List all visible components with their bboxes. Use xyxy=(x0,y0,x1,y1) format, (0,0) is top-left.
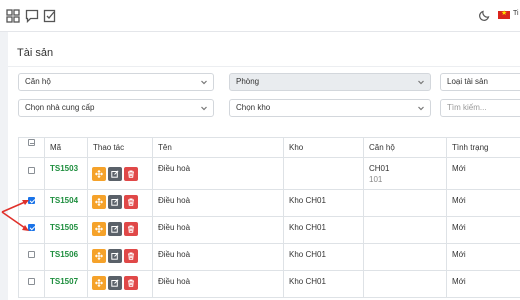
code-cell: TS1503 xyxy=(44,157,88,190)
checklist-icon[interactable] xyxy=(43,9,57,23)
apartment-cell xyxy=(363,189,447,217)
move-button[interactable] xyxy=(92,249,106,263)
move-button[interactable] xyxy=(92,195,106,209)
code-cell: TS1505 xyxy=(44,216,88,244)
actions-cell xyxy=(87,157,153,190)
table-header-row: Mã Thao tác Tên Kho Căn hộ Tình trạng xyxy=(18,137,520,158)
name-cell: Điều hoà xyxy=(152,216,284,244)
top-navbar: Ti xyxy=(0,0,520,32)
code-cell: TS1506 xyxy=(44,243,88,271)
asset-code-link[interactable]: TS1505 xyxy=(50,223,78,232)
row-checkbox[interactable] xyxy=(28,167,35,174)
header-status[interactable]: Tình trạng xyxy=(446,137,520,158)
table-row[interactable]: TS1504 Điều hoà Kho CH01 Mới xyxy=(18,189,520,217)
header-apartment[interactable]: Căn hộ xyxy=(363,137,447,158)
delete-button[interactable] xyxy=(124,249,138,263)
asset-code-link[interactable]: TS1504 xyxy=(50,196,78,205)
table-row[interactable]: TS1505 Điều hoà Kho CH01 Mới xyxy=(18,216,520,244)
moon-icon[interactable] xyxy=(479,9,491,21)
edit-button[interactable] xyxy=(108,222,122,236)
language-label[interactable]: Ti xyxy=(513,10,519,17)
actions-cell xyxy=(87,243,153,271)
arrow-to-row-3 xyxy=(1,211,26,229)
asset-code-link[interactable]: TS1507 xyxy=(50,277,78,286)
grid-icon[interactable] xyxy=(6,9,20,23)
code-cell: TS1504 xyxy=(44,189,88,217)
warehouse-select[interactable]: Chọn kho xyxy=(229,99,431,117)
chevron-down-icon xyxy=(417,78,425,86)
move-button[interactable] xyxy=(92,276,106,290)
chat-icon[interactable] xyxy=(25,9,39,23)
vietnam-flag-icon[interactable] xyxy=(498,9,510,19)
edit-button[interactable] xyxy=(108,167,122,181)
name-cell: Điều hoà xyxy=(152,157,284,190)
delete-button[interactable] xyxy=(124,276,138,290)
room-number: 101 xyxy=(369,175,383,184)
supplier-select[interactable]: Chọn nhà cung cấp xyxy=(18,99,214,117)
title-divider xyxy=(8,66,520,67)
warehouse-cell: Kho CH01 xyxy=(283,270,364,298)
name-cell: Điều hoà xyxy=(152,189,284,217)
warehouse-cell xyxy=(283,157,364,190)
chevron-down-icon xyxy=(200,78,208,86)
apartment-cell xyxy=(363,270,447,298)
actions-cell xyxy=(87,216,153,244)
status-cell: Mới xyxy=(446,189,520,217)
table-row[interactable]: TS1506 Điều hoà Kho CH01 Mới xyxy=(18,243,520,271)
annotation-arrows xyxy=(1,200,29,231)
asset-code-link[interactable]: TS1503 xyxy=(50,164,78,173)
page-title: Tài sản xyxy=(17,47,54,59)
warehouse-cell: Kho CH01 xyxy=(283,243,364,271)
apartment-cell xyxy=(363,243,447,271)
status-cell: Mới xyxy=(446,157,520,190)
table-row[interactable]: TS1503 Điều hoà CH01 101 Mới xyxy=(18,157,520,190)
actions-cell xyxy=(87,270,153,298)
asset-code-link[interactable]: TS1506 xyxy=(50,250,78,259)
code-cell: TS1507 xyxy=(44,270,88,298)
apartment-name: CH01 xyxy=(369,164,390,173)
apartment-cell: CH01 101 xyxy=(363,157,447,190)
table-row[interactable]: TS1507 Điều hoà Kho CH01 Mới xyxy=(18,270,520,298)
name-cell: Điều hoà xyxy=(152,243,284,271)
status-cell: Mới xyxy=(446,270,520,298)
arrow-to-row-2 xyxy=(1,201,26,213)
room-select[interactable]: Phòng xyxy=(229,73,431,91)
assets-table: Mã Thao tác Tên Kho Căn hộ Tình trạng TS… xyxy=(18,137,520,298)
delete-button[interactable] xyxy=(124,222,138,236)
chevron-down-icon xyxy=(200,104,208,112)
edit-button[interactable] xyxy=(108,249,122,263)
apartment-select[interactable]: Căn hộ xyxy=(18,73,214,91)
apartment-cell xyxy=(363,216,447,244)
row-select-cell[interactable] xyxy=(18,270,45,298)
delete-button[interactable] xyxy=(124,195,138,209)
edit-button[interactable] xyxy=(108,195,122,209)
name-cell: Điều hoà xyxy=(152,270,284,298)
move-button[interactable] xyxy=(92,222,106,236)
actions-cell xyxy=(87,189,153,217)
row-checkbox[interactable] xyxy=(28,278,35,285)
search-input[interactable]: Tìm kiếm... xyxy=(440,99,520,117)
header-actions: Thao tác xyxy=(87,137,153,158)
status-cell: Mới xyxy=(446,216,520,244)
chevron-down-icon xyxy=(417,104,425,112)
edit-button[interactable] xyxy=(108,276,122,290)
move-button[interactable] xyxy=(92,167,106,181)
select-all-cell[interactable] xyxy=(18,137,45,158)
header-code[interactable]: Mã xyxy=(44,137,88,158)
select-all-checkbox[interactable] xyxy=(28,139,35,146)
row-select-cell[interactable] xyxy=(18,243,45,271)
header-warehouse[interactable]: Kho xyxy=(283,137,364,158)
warehouse-cell: Kho CH01 xyxy=(283,216,364,244)
row-checkbox[interactable] xyxy=(28,251,35,258)
delete-button[interactable] xyxy=(124,167,138,181)
row-select-cell[interactable] xyxy=(18,157,45,190)
warehouse-cell: Kho CH01 xyxy=(283,189,364,217)
asset-type-select[interactable]: Loại tài sản xyxy=(440,73,520,91)
status-cell: Mới xyxy=(446,243,520,271)
header-name[interactable]: Tên xyxy=(152,137,284,158)
